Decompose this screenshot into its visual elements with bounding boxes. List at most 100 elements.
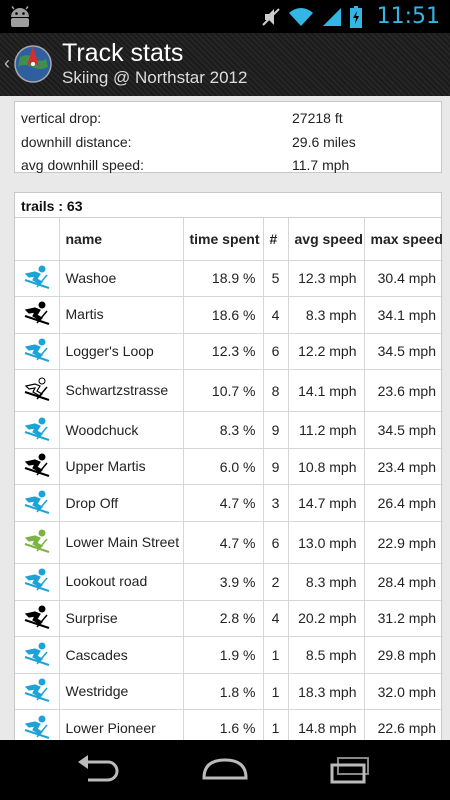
column-header-count[interactable]: # [263, 218, 289, 261]
trail-max-speed: 28.4 mph [364, 563, 443, 601]
app-home-button[interactable]: ‹ [0, 33, 56, 96]
trail-name: Lookout road [59, 563, 184, 601]
trail-max-speed: 31.2 mph [364, 600, 443, 638]
trail-run-count: 6 [263, 521, 289, 565]
table-row[interactable]: Schwartzstrasse 10.7 % 8 14.1 mph 23.6 mph [15, 369, 443, 413]
trail-avg-speed: 11.2 mph [288, 411, 365, 449]
trail-time-spent: 18.6 % [183, 296, 264, 334]
status-bar: 11:51 [0, 0, 450, 33]
trail-max-speed: 23.4 mph [364, 448, 443, 486]
trail-time-spent: 4.7 % [183, 484, 264, 523]
table-row[interactable]: Surprise 2.8 % 4 20.2 mph 31.2 mph [15, 600, 443, 638]
column-header-time-spent[interactable]: time spent [183, 218, 264, 261]
trails-table: name time spent # avg speed max speed Wa… [15, 218, 443, 740]
summary-label: downhill distance: [21, 133, 132, 150]
trail-time-spent: 2.8 % [183, 600, 264, 638]
table-row[interactable]: Washoe 18.9 % 5 12.3 mph 30.4 mph [15, 260, 443, 298]
table-row[interactable]: Upper Martis 6.0 % 9 10.8 mph 23.4 mph [15, 448, 443, 486]
trail-run-count: 3 [263, 484, 289, 523]
trail-run-count: 2 [263, 563, 289, 601]
wifi-icon [289, 8, 313, 26]
trail-name: Martis [59, 296, 184, 334]
trail-run-count: 5 [263, 260, 289, 298]
trail-name: Surprise [59, 600, 184, 638]
app-compass-icon [14, 45, 52, 83]
trail-max-speed: 30.4 mph [364, 260, 443, 298]
table-row[interactable]: Lower Pioneer 1.6 % 1 14.8 mph 22.6 mph [15, 709, 443, 740]
trail-avg-speed: 12.2 mph [288, 333, 365, 371]
system-nav-bar [0, 740, 450, 800]
trail-time-spent: 6.0 % [183, 448, 264, 486]
trail-run-count: 6 [263, 333, 289, 371]
trail-time-spent: 8.3 % [183, 411, 264, 449]
trail-time-spent: 4.7 % [183, 521, 264, 565]
trail-run-count: 1 [263, 673, 289, 711]
trail-avg-speed: 12.3 mph [288, 260, 365, 298]
trail-max-speed: 34.5 mph [364, 333, 443, 371]
table-row[interactable]: Lower Main Street 4.7 % 6 13.0 mph 22.9 mph [15, 521, 443, 565]
trail-max-speed: 23.6 mph [364, 369, 443, 413]
skier-blue-icon [15, 636, 60, 674]
table-row[interactable]: Cascades 1.9 % 1 8.5 mph 29.8 mph [15, 636, 443, 674]
trail-name: Upper Martis [59, 448, 184, 486]
trail-name: Westridge [59, 673, 184, 711]
trail-avg-speed: 8.3 mph [288, 563, 365, 601]
trail-name: Schwartzstrasse [59, 369, 184, 413]
trail-name: Lower Pioneer [59, 709, 184, 740]
trail-name: Woodchuck [59, 411, 184, 449]
trail-name: Lower Main Street [59, 521, 184, 565]
page-title: Track stats [62, 39, 184, 67]
trail-name: Logger's Loop [59, 333, 184, 371]
skier-blue-icon [15, 411, 60, 449]
android-notification-icon [11, 6, 29, 27]
trail-name: Cascades [59, 636, 184, 674]
trail-max-speed: 34.5 mph [364, 411, 443, 449]
summary-value: 27218 ft [292, 110, 343, 126]
trail-time-spent: 1.8 % [183, 673, 264, 711]
summary-label: avg downhill speed: [21, 157, 144, 173]
column-header-name[interactable]: name [59, 218, 184, 261]
trail-avg-speed: 14.8 mph [288, 709, 365, 740]
recent-apps-button[interactable] [326, 754, 376, 786]
skier-black-icon [15, 448, 60, 486]
table-row[interactable]: Westridge 1.8 % 1 18.3 mph 32.0 mph [15, 673, 443, 711]
table-row[interactable]: Logger's Loop 12.3 % 6 12.2 mph 34.5 mph [15, 333, 443, 371]
column-header-avg-speed[interactable]: avg speed [288, 218, 365, 261]
trail-max-speed: 34.1 mph [364, 296, 443, 334]
trail-time-spent: 3.9 % [183, 563, 264, 601]
summary-row-downhill-distance: downhill distance: 29.6 miles [15, 130, 441, 154]
trail-avg-speed: 20.2 mph [288, 600, 365, 638]
table-row[interactable]: Lookout road 3.9 % 2 8.3 mph 28.4 mph [15, 563, 443, 601]
trails-card: trails : 63 name time spent # avg speed … [14, 192, 443, 740]
skier-blue-icon [15, 673, 60, 711]
summary-value: 29.6 miles [292, 133, 356, 150]
home-button[interactable] [200, 754, 250, 786]
trail-avg-speed: 10.8 mph [288, 448, 365, 486]
skier-green-icon [15, 521, 60, 565]
content-area[interactable]: vertical drop: 27218 ft downhill distanc… [0, 96, 450, 740]
trail-run-count: 9 [263, 448, 289, 486]
skier-blue-icon [15, 709, 60, 740]
battery-icon [350, 6, 362, 28]
table-row[interactable]: Woodchuck 8.3 % 9 11.2 mph 34.5 mph [15, 411, 443, 449]
table-row[interactable]: Martis 18.6 % 4 8.3 mph 34.1 mph [15, 296, 443, 334]
summary-card: vertical drop: 27218 ft downhill distanc… [14, 101, 442, 173]
trail-run-count: 9 [263, 411, 289, 449]
summary-value: 11.7 mph [292, 157, 350, 173]
trail-max-speed: 22.9 mph [364, 521, 443, 565]
skier-blue-icon [15, 563, 60, 601]
table-row[interactable]: Drop Off 4.7 % 3 14.7 mph 26.4 mph [15, 484, 443, 523]
trail-max-speed: 29.8 mph [364, 636, 443, 674]
back-button[interactable] [74, 754, 124, 786]
skier-black-icon [15, 600, 60, 638]
skier-black-icon [15, 296, 60, 334]
trail-run-count: 4 [263, 600, 289, 638]
trail-time-spent: 1.9 % [183, 636, 264, 674]
skier-blue-icon [15, 260, 60, 298]
trail-run-count: 4 [263, 296, 289, 334]
signal-icon [323, 8, 341, 26]
trail-max-speed: 32.0 mph [364, 673, 443, 711]
column-header-max-speed[interactable]: max speed [364, 218, 443, 261]
trail-time-spent: 1.6 % [183, 709, 264, 740]
summary-row-vertical-drop: vertical drop: 27218 ft [15, 106, 441, 130]
